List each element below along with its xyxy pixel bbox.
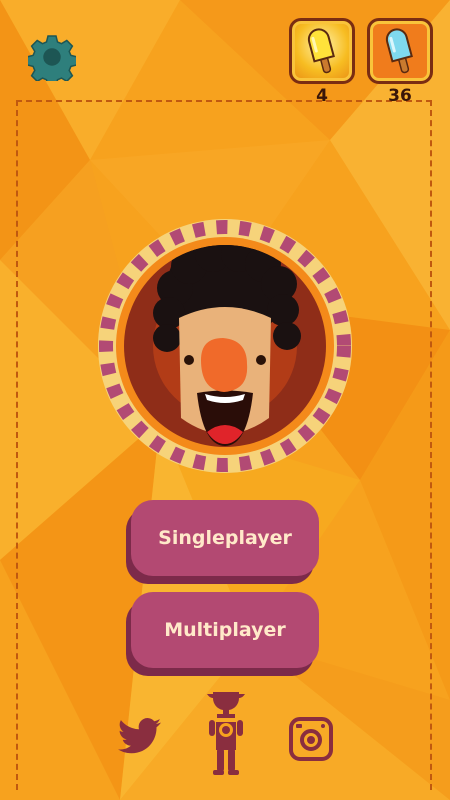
blue-popsicle-button[interactable]	[367, 18, 433, 84]
gear-icon[interactable]	[28, 33, 76, 81]
blue-popsicle-icon	[385, 28, 413, 74]
instagram-camera-icon[interactable]	[288, 716, 334, 762]
yellow-popsicle-count: 4	[316, 86, 328, 106]
multiplayer-button[interactable]: Multiplayer	[131, 592, 319, 668]
trophy-figure-icon[interactable]	[203, 690, 249, 780]
avatar[interactable]	[97, 218, 353, 474]
blue-popsicle-count: 36	[388, 86, 412, 106]
twitter-bird-icon[interactable]	[116, 712, 164, 760]
singleplayer-button[interactable]: Singleplayer	[131, 500, 319, 576]
yellow-popsicle-icon	[307, 28, 335, 74]
yellow-popsicle-button[interactable]	[289, 18, 355, 84]
